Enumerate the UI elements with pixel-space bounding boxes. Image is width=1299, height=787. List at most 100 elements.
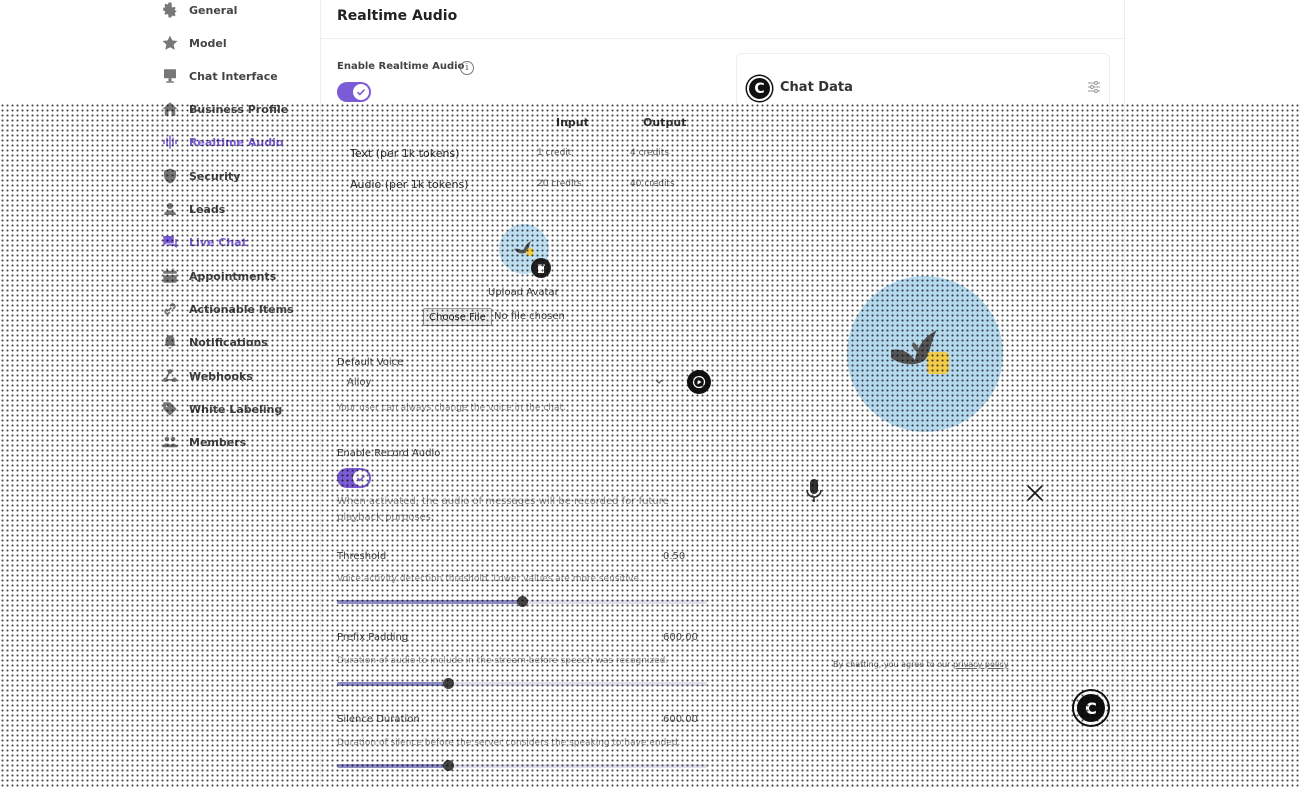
bird-icon: [514, 241, 534, 256]
choose-file-button[interactable]: Choose File: [423, 308, 492, 326]
threshold-slider[interactable]: [337, 596, 707, 607]
voice-select[interactable]: Alloy: [337, 370, 673, 394]
default-voice-help: Your user can always change the voice in…: [337, 403, 566, 413]
prefix-padding-value: 600.00: [663, 632, 698, 643]
chevron-down-icon: [655, 377, 663, 388]
sidebar-item-actionable-items[interactable]: Actionable Items: [160, 298, 294, 320]
sidebar-item-label: Members: [189, 435, 247, 449]
sidebar-item-leads[interactable]: Leads: [160, 198, 225, 220]
sidebar-item-general[interactable]: General: [160, 0, 237, 21]
pricing-header-input: Input: [556, 116, 589, 129]
record-audio-help: When activated, the audio of messages wi…: [337, 496, 669, 523]
silence-duration-value: 600.00: [663, 714, 698, 725]
trash-icon[interactable]: [531, 258, 551, 278]
threshold-slider-fill: [337, 600, 522, 604]
play-voice-button[interactable]: [687, 370, 711, 394]
silence-duration-slider[interactable]: [337, 760, 707, 771]
sidebar-item-business-profile[interactable]: Business Profile: [160, 98, 288, 120]
threshold-value: 0.50: [663, 551, 686, 562]
link-icon: [160, 299, 180, 319]
settings-panel: Realtime Audio Enable Realtime Audio i I…: [320, 0, 1125, 787]
enable-realtime-toggle[interactable]: [337, 82, 371, 102]
sidebar-item-appointments[interactable]: Appointments: [160, 265, 276, 287]
microphone-button[interactable]: [797, 474, 831, 508]
threshold-slider-thumb[interactable]: [517, 596, 528, 607]
sidebar-item-live-chat[interactable]: Live Chat: [160, 231, 247, 253]
silence-duration-help: Duration of silence before the server co…: [337, 738, 681, 748]
header-divider: [321, 38, 1124, 39]
gear-icon: [160, 0, 180, 20]
default-voice-label: Default Voice: [337, 357, 404, 368]
close-button[interactable]: [1020, 478, 1050, 508]
calendar-icon: [160, 266, 180, 286]
sidebar-item-webhooks[interactable]: Webhooks: [160, 365, 253, 387]
voice-select-value: Alloy: [347, 376, 372, 388]
pricing-header-output: Output: [643, 116, 687, 129]
threshold-label: Threshold: [337, 551, 387, 562]
upload-avatar-label: Upload Avatar: [488, 287, 559, 298]
pricing-row-audio-output: 40 credits: [630, 179, 675, 189]
prefix-padding-label: Prefix Padding: [337, 632, 409, 643]
prefix-padding-help: Duration of audio to include in the stre…: [337, 656, 669, 666]
pricing-row-text-input: 1 credit: [537, 148, 572, 158]
prefix-padding-slider-fill: [337, 682, 448, 686]
tag-icon: [160, 399, 180, 419]
record-audio-toggle[interactable]: [337, 468, 371, 488]
info-icon[interactable]: i: [460, 61, 474, 75]
sidebar-item-chat-interface[interactable]: Chat Interface: [160, 65, 278, 87]
sidebar-item-label: Webhooks: [189, 369, 253, 383]
pricing-row-audio-label: Audio (per 1k tokens): [350, 178, 469, 191]
sidebar-item-model[interactable]: Model: [160, 32, 227, 54]
silence-duration-slider-thumb[interactable]: [443, 760, 454, 771]
sidebar-item-label: White Labeling: [189, 402, 283, 416]
chat-launcher-button[interactable]: C: [1074, 691, 1108, 725]
sidebar-item-realtime-audio[interactable]: Realtime Audio: [160, 131, 283, 153]
sidebar-item-white-labeling[interactable]: White Labeling: [160, 398, 282, 420]
sidebar-item-label: Actionable Items: [189, 302, 294, 316]
audio-wave-icon: [160, 132, 180, 152]
terms-notice: By chatting, you agree to our privacy po…: [833, 660, 1008, 669]
sidebar-item-label: Live Chat: [189, 235, 247, 249]
people-icon: [160, 432, 180, 452]
sliders-icon[interactable]: [1087, 80, 1101, 97]
sidebar-item-label: Model: [189, 36, 227, 50]
sidebar-item-label: Security: [189, 169, 241, 183]
monitor-icon: [160, 66, 180, 86]
users-icon: [160, 199, 180, 219]
privacy-policy-link[interactable]: privacy policy: [953, 660, 1008, 669]
sidebar-item-label: Business Profile: [189, 102, 289, 116]
check-icon: [353, 84, 369, 100]
record-audio-label: Enable Record Audio: [337, 448, 441, 459]
sidebar-item-label: Appointments: [189, 269, 277, 283]
preview-title: Chat Data: [780, 80, 853, 95]
file-status: No file chosen: [494, 311, 565, 322]
bird-icon: [891, 330, 949, 374]
chat-preview-card: C Chat Data By chatting, you agree to ou…: [736, 53, 1110, 787]
silence-duration-slider-fill: [337, 764, 448, 768]
microphone-icon: [806, 479, 822, 502]
sidebar-item-members[interactable]: Members: [160, 431, 246, 453]
page-title: Realtime Audio: [337, 8, 458, 24]
pricing-row-text-label: Text (per 1k tokens): [350, 147, 460, 160]
home-icon: [160, 99, 180, 119]
prefix-padding-slider[interactable]: [337, 678, 707, 689]
prefix-padding-slider-thumb[interactable]: [443, 678, 454, 689]
sidebar: General Model Chat Interface Business Pr…: [150, 0, 320, 787]
pricing-row-audio-input: 20 credits: [537, 179, 582, 189]
sidebar-item-label: Leads: [189, 202, 226, 216]
sidebar-item-label: Realtime Audio: [189, 135, 284, 149]
webhook-icon: [160, 366, 180, 386]
sidebar-item-label: Notifications: [189, 335, 268, 349]
chat-icon: [160, 232, 180, 252]
voice-avatar: [847, 276, 1003, 432]
star-icon: [160, 33, 180, 53]
sidebar-item-notifications[interactable]: Notifications: [160, 331, 268, 353]
sidebar-item-security[interactable]: Security: [160, 165, 240, 187]
threshold-help: Voice activity detection threshold. Lowe…: [337, 574, 642, 584]
brand-logo: C: [747, 76, 772, 101]
check-icon: [353, 470, 369, 486]
sidebar-item-label: General: [189, 3, 238, 17]
pricing-row-text-output: 4 credits: [630, 148, 670, 158]
silence-duration-label: Silence Duration: [337, 714, 420, 725]
play-icon: [692, 375, 706, 389]
